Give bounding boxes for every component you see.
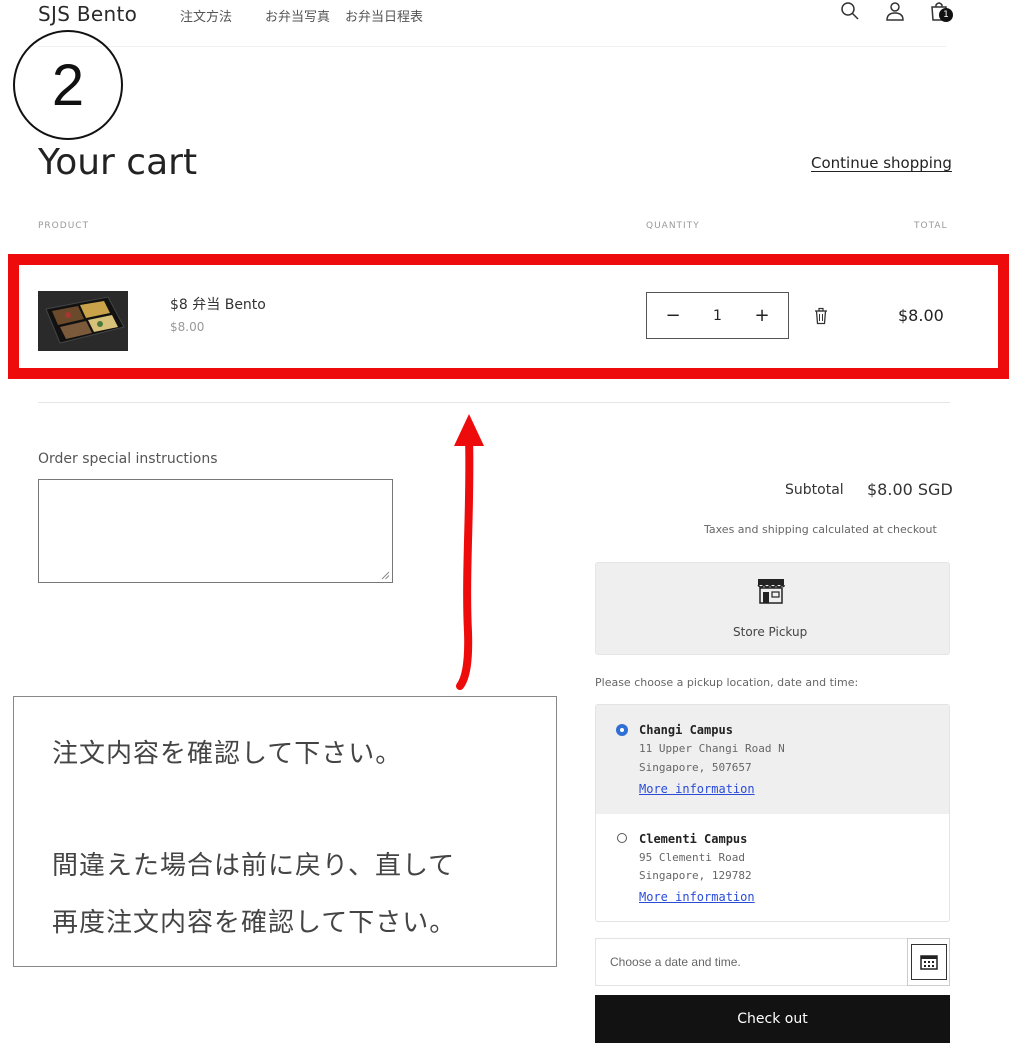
- note-line: 間違えた場合は前に戻り、直して: [52, 851, 456, 881]
- location-address-line: Singapore, 507657: [639, 761, 752, 774]
- pickup-date-input[interactable]: [595, 938, 907, 986]
- store-icon: [757, 579, 785, 604]
- account-icon[interactable]: [884, 0, 906, 22]
- location-address-line: 95 Clementi Road: [639, 851, 745, 864]
- nav-item-bento-photos[interactable]: お弁当写真: [265, 6, 330, 25]
- search-icon[interactable]: [839, 0, 861, 22]
- header-divider: [38, 46, 946, 47]
- step-number-marker: 2: [13, 30, 123, 140]
- special-instructions-textarea[interactable]: [38, 479, 393, 583]
- cart-count-badge: 1: [939, 8, 953, 22]
- column-header-product: PRODUCT: [38, 221, 90, 231]
- calendar-button[interactable]: [907, 938, 950, 986]
- subtotal-label: Subtotal: [785, 482, 844, 498]
- instruction-note: 注文内容を確認して下さい。 間違えた場合は前に戻り、直して 再度注文内容を確認し…: [13, 696, 557, 967]
- instructions-label: Order special instructions: [38, 451, 218, 467]
- nav-item-order-method[interactable]: 注文方法: [180, 6, 232, 25]
- cart-divider: [38, 402, 950, 403]
- resize-handle-icon[interactable]: [381, 571, 390, 580]
- checkout-button[interactable]: Check out: [595, 995, 950, 1043]
- calendar-icon: [919, 955, 938, 970]
- continue-shopping-link[interactable]: Continue shopping: [811, 154, 952, 172]
- radio-clementi[interactable]: [617, 833, 627, 843]
- pickup-location-changi[interactable]: [596, 705, 949, 814]
- note-line: 再度注文内容を確認して下さい。: [52, 908, 457, 938]
- annotation-arrow: [454, 414, 484, 690]
- location-name: Changi Campus: [639, 723, 733, 737]
- store-pickup-option[interactable]: [595, 562, 950, 655]
- radio-changi-selected[interactable]: [617, 725, 627, 735]
- note-line: 注文内容を確認して下さい。: [52, 739, 403, 769]
- location-address-line: 11 Upper Changi Road N: [639, 742, 785, 755]
- column-header-total: TOTAL: [914, 221, 948, 231]
- pickup-prompt: Please choose a pickup location, date an…: [595, 676, 859, 689]
- highlight-frame: [8, 254, 1009, 379]
- column-header-quantity: QUANTITY: [646, 221, 700, 231]
- page-title: Your cart: [38, 142, 198, 183]
- location-name: Clementi Campus: [639, 832, 748, 846]
- more-information-link[interactable]: More information: [639, 890, 755, 904]
- tax-note: Taxes and shipping calculated at checkou…: [704, 523, 937, 536]
- subtotal-value: $8.00 SGD: [867, 480, 953, 499]
- cart-icon[interactable]: 1: [928, 0, 954, 24]
- more-information-link[interactable]: More information: [639, 782, 755, 796]
- store-pickup-label: Store Pickup: [733, 625, 808, 639]
- location-address-line: Singapore, 129782: [639, 869, 752, 882]
- brand-logo[interactable]: SJS Bento: [38, 2, 137, 26]
- nav-item-bento-schedule[interactable]: お弁当日程表: [345, 6, 423, 25]
